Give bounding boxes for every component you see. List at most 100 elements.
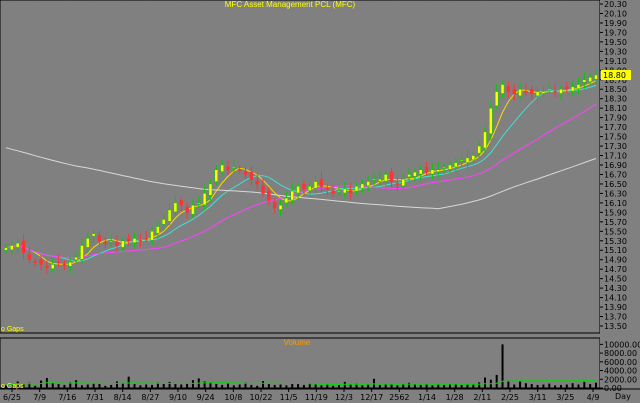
candle-body xyxy=(430,169,435,175)
volume-bar xyxy=(332,385,335,388)
volume-tick-label: 4000.00 xyxy=(604,367,637,376)
price-tick-label: 16.10 xyxy=(604,199,627,208)
candle-body xyxy=(185,206,189,213)
volume-bar xyxy=(495,374,498,388)
candle-body xyxy=(214,169,219,182)
candle-body xyxy=(541,91,546,94)
candle-body xyxy=(576,84,581,90)
candle-body xyxy=(220,164,224,172)
x-tick-label: 11/5 xyxy=(280,393,298,402)
volume-bar xyxy=(238,384,241,388)
candle-body xyxy=(308,186,312,191)
volume-bar xyxy=(577,384,580,388)
volume-bar xyxy=(291,383,294,388)
candle-body xyxy=(103,242,108,244)
x-tick-label: 7/16 xyxy=(58,393,76,402)
candle-body xyxy=(197,202,201,205)
x-tick-label: 1/14 xyxy=(418,393,436,402)
volume-bar xyxy=(460,384,463,388)
volume-bar xyxy=(337,384,340,388)
candle-body xyxy=(553,90,557,93)
volume-bar xyxy=(554,385,557,388)
candle-body xyxy=(319,178,324,187)
volume-bar xyxy=(466,384,469,388)
candle-body xyxy=(389,171,394,182)
candle-body xyxy=(401,178,405,187)
volume-bar xyxy=(583,381,586,388)
volume-bar xyxy=(262,381,265,388)
candle-body xyxy=(261,185,265,194)
candle-body xyxy=(167,209,172,222)
x-tick-label: 6/25 xyxy=(3,393,21,402)
volume-bar xyxy=(524,383,527,388)
volume-bar xyxy=(57,384,60,388)
x-tick-label: 3/25 xyxy=(556,393,574,402)
candle-body xyxy=(91,233,96,237)
candle-body xyxy=(208,183,213,196)
candle-body xyxy=(68,261,73,267)
volume-bar xyxy=(302,384,305,388)
price-tick-label: 19.10 xyxy=(604,57,627,66)
price-tick-label: 15.70 xyxy=(604,218,627,227)
candle-body xyxy=(378,178,382,182)
candle-body xyxy=(296,186,300,194)
candle-body xyxy=(512,88,516,95)
candle-body xyxy=(150,231,154,241)
candle-body xyxy=(483,131,487,149)
volume-bar xyxy=(63,384,66,388)
volume-bar xyxy=(151,384,154,388)
volume-bar xyxy=(484,377,487,388)
candle-body xyxy=(45,266,49,268)
candle-body xyxy=(547,88,552,91)
candle-body xyxy=(419,169,423,175)
x-tick-label: 12/3 xyxy=(335,393,353,402)
volume-bar xyxy=(139,385,142,388)
candle-body xyxy=(565,86,569,90)
candle-body xyxy=(39,259,43,265)
x-tick-label: 11/19 xyxy=(305,393,328,402)
candle-body xyxy=(267,190,271,201)
candle-body xyxy=(10,245,14,251)
candle-body xyxy=(337,190,341,193)
volume-bar xyxy=(221,384,224,388)
volume-bar xyxy=(343,381,346,388)
candle-body xyxy=(413,171,417,177)
price-tick-label: 17.50 xyxy=(604,133,627,142)
volume-bar xyxy=(51,383,54,388)
price-tick-label: 18.50 xyxy=(604,85,627,94)
candle-body xyxy=(395,183,400,185)
candle-body xyxy=(179,200,183,206)
volume-bar xyxy=(437,384,440,388)
price-tick-label: 13.50 xyxy=(604,322,627,331)
volume-tick-label: 2000.00 xyxy=(604,375,637,384)
volume-bar xyxy=(571,383,574,388)
volume-bar xyxy=(80,385,83,388)
price-tick-label: 19.70 xyxy=(604,28,627,37)
volume-bar xyxy=(232,385,235,388)
candle-body xyxy=(343,188,347,194)
volume-bar xyxy=(548,383,551,388)
candle-body xyxy=(109,240,113,243)
candle-body xyxy=(366,181,370,187)
volume-bar xyxy=(297,384,300,388)
candle-body xyxy=(471,155,476,161)
candle-body xyxy=(594,74,598,80)
candle-body xyxy=(459,160,464,162)
price-tick-label: 14.30 xyxy=(604,284,627,293)
volume-bar xyxy=(530,384,533,388)
volume-bar xyxy=(320,385,323,388)
volume-bar xyxy=(34,385,37,388)
candle-body xyxy=(407,174,411,178)
volume-bar xyxy=(226,383,229,388)
volume-tick-label: 8000.00 xyxy=(604,349,637,358)
volume-bar xyxy=(285,385,288,388)
candle-body xyxy=(524,90,528,93)
x-tick-label: 9/24 xyxy=(197,393,215,402)
price-tick-label: 14.10 xyxy=(604,294,627,303)
volume-gaps-note: o Gaps xyxy=(1,383,24,390)
price-tick-label: 20.10 xyxy=(604,9,627,18)
candle-body xyxy=(27,254,32,260)
volume-bar xyxy=(425,384,428,388)
price-tick-label: 16.90 xyxy=(604,161,627,170)
x-tick-label: 2/11 xyxy=(473,393,491,402)
